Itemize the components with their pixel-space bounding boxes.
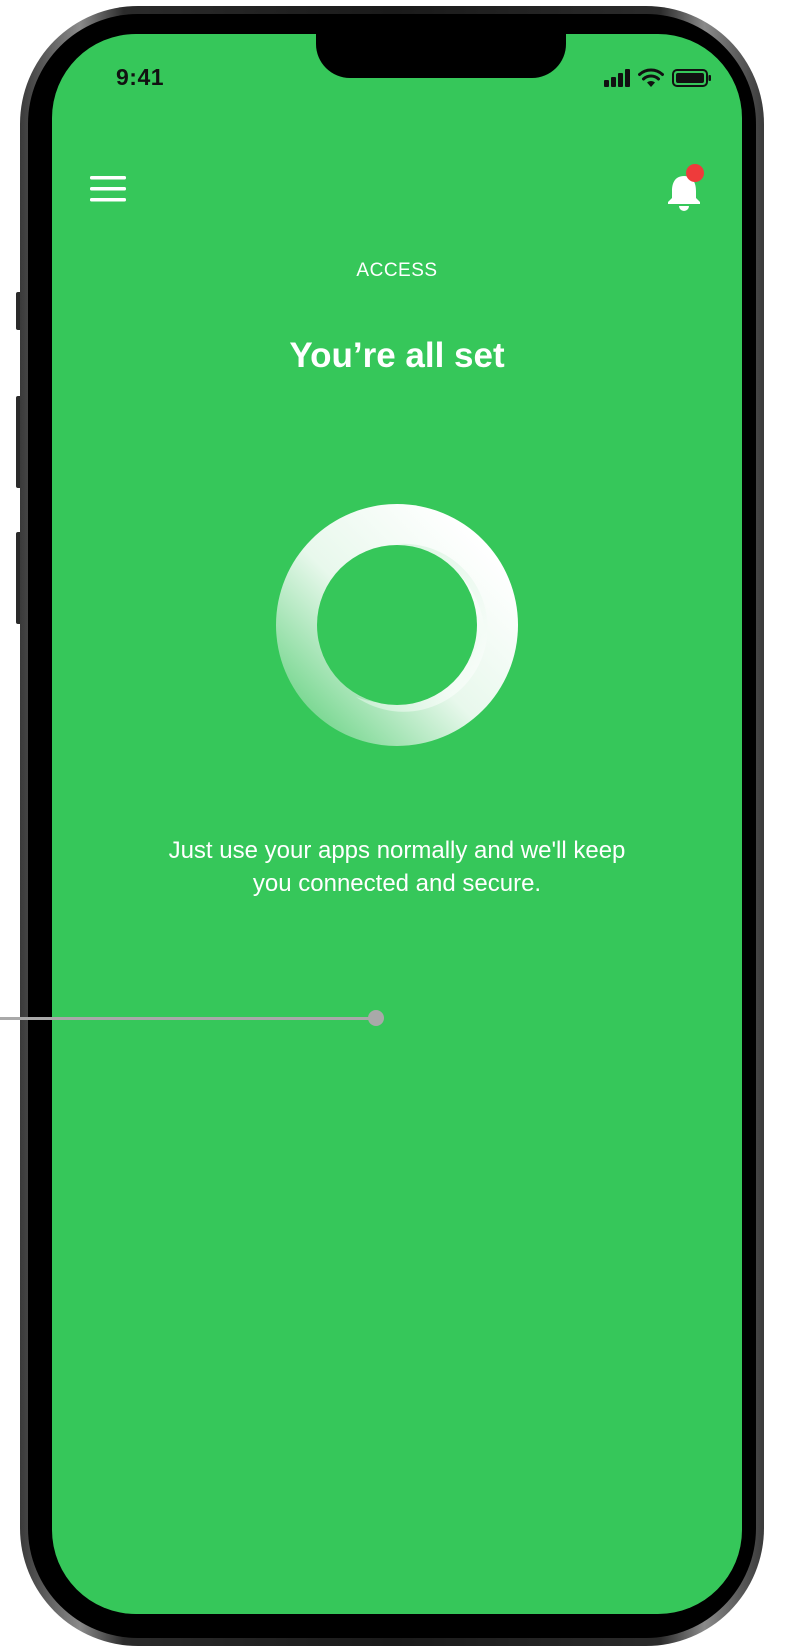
bell-icon[interactable] — [664, 162, 710, 212]
notification-badge-icon — [686, 164, 704, 182]
hamburger-menu-icon[interactable] — [90, 176, 126, 202]
section-label: ACCESS — [356, 260, 438, 281]
status-message: Just use your apps normally and we'll ke… — [168, 837, 626, 897]
status-time: 9:41 — [116, 64, 165, 90]
battery-icon — [672, 69, 711, 87]
camera-notch — [316, 34, 566, 78]
annotation-dot — [368, 1010, 384, 1026]
wifi-icon — [638, 68, 664, 87]
page-title: You’re all set — [289, 336, 505, 375]
annotation-line — [0, 1017, 372, 1020]
signal-icon — [604, 69, 630, 87]
app-screen: 9:41 ACCESS You’re all set Just use your… — [52, 34, 742, 1614]
ring-icon — [276, 504, 518, 746]
device-mockup: 9:41 ACCESS You’re all set Just use your… — [0, 0, 801, 1651]
status-icons — [604, 68, 712, 88]
